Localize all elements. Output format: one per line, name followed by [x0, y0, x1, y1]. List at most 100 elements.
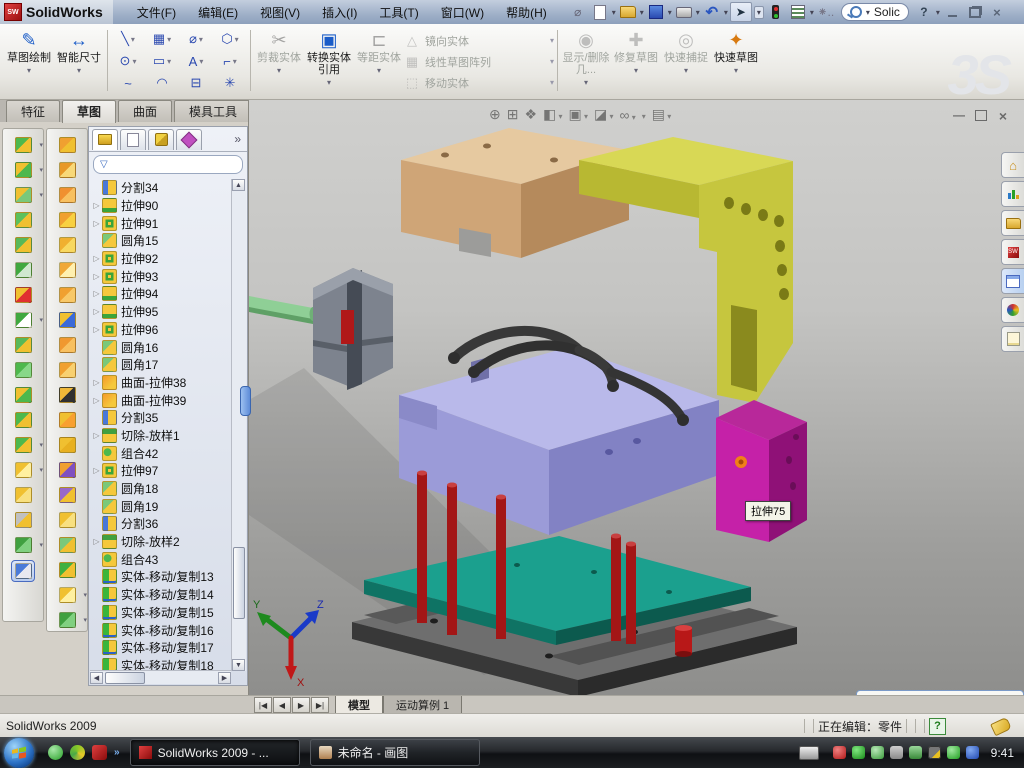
- quicklaunch-messenger-icon[interactable]: [48, 745, 63, 760]
- tree-item-分割36[interactable]: 分割36: [91, 515, 231, 533]
- features-tool-icon-10[interactable]: [12, 360, 34, 380]
- locating-cylinder[interactable]: [675, 625, 692, 657]
- rectangle-icon[interactable]: ▭▾: [145, 50, 179, 72]
- view-palette-icon[interactable]: [1001, 268, 1024, 294]
- search-scope-caret[interactable]: ▾: [866, 8, 870, 17]
- options-icon[interactable]: [788, 3, 808, 21]
- mold-tool-icon-10[interactable]: [56, 360, 78, 380]
- last-tab-button[interactable]: ▶|: [311, 697, 329, 713]
- mold-tool-icon-9[interactable]: [56, 335, 78, 355]
- menu-item-5[interactable]: 窗口(W): [431, 1, 494, 24]
- scroll-thumb[interactable]: [233, 547, 245, 619]
- tree-item-圆角18[interactable]: 圆角18: [91, 480, 231, 498]
- new-document-icon[interactable]: [590, 3, 610, 21]
- resources-icon[interactable]: [1001, 181, 1024, 207]
- polygon-icon[interactable]: ⬡▾: [213, 28, 247, 50]
- key-status-icon[interactable]: [871, 746, 884, 759]
- next-tab-button[interactable]: ▶: [292, 697, 310, 713]
- tree-item-拉伸93[interactable]: ▷拉伸93: [91, 267, 231, 285]
- mold-tool-icon-5[interactable]: [56, 235, 78, 255]
- exploded-assembly[interactable]: Y Z X: [249, 100, 1024, 695]
- doc-minimize-button[interactable]: —: [951, 108, 967, 124]
- dimxpert-manager-tab[interactable]: [176, 129, 202, 150]
- menu-item-6[interactable]: 帮助(H): [496, 1, 557, 24]
- slot-icon[interactable]: ⊟: [179, 72, 213, 94]
- start-button[interactable]: [4, 738, 34, 768]
- tree-item-实体-移动/复制18[interactable]: 实体-移动/复制18: [91, 657, 231, 671]
- line-icon[interactable]: ╲▾: [111, 28, 145, 50]
- cmd-草图绘制[interactable]: ✎草图绘制▾: [4, 26, 54, 95]
- ejector-rod[interactable]: [249, 296, 317, 324]
- file-explorer-icon[interactable]: SW: [1001, 239, 1024, 265]
- scroll-left-button[interactable]: ◀: [90, 672, 103, 684]
- quick-tips-icon[interactable]: ?: [929, 718, 946, 735]
- cmd-快速草图[interactable]: ✦快速草图▾: [711, 26, 761, 95]
- features-tool-icon-12[interactable]: [12, 410, 34, 430]
- hide-show-items-icon[interactable]: ∞ ▾: [619, 107, 635, 123]
- features-tool-icon-2[interactable]: ▾: [12, 160, 34, 180]
- doc-close-button[interactable]: ×: [995, 108, 1011, 124]
- features-tool-icon-3[interactable]: ▾: [12, 185, 34, 205]
- features-tool-icon-11[interactable]: [12, 385, 34, 405]
- menu-item-1[interactable]: 编辑(E): [188, 1, 248, 24]
- tree-item-实体-移动/复制13[interactable]: 实体-移动/复制13: [91, 568, 231, 586]
- property-manager-tab[interactable]: [120, 129, 146, 150]
- features-tool-icon-5[interactable]: [12, 235, 34, 255]
- features-tool-icon-15[interactable]: [12, 485, 34, 505]
- tree-vertical-scrollbar[interactable]: ▲ ▼: [231, 179, 246, 671]
- help-icon[interactable]: ?: [914, 3, 934, 21]
- custom-properties-icon[interactable]: [1001, 326, 1024, 352]
- mold-tool-icon-8[interactable]: [56, 310, 78, 330]
- mold-tool-icon-11[interactable]: [56, 385, 78, 405]
- tree-item-实体-移动/复制16[interactable]: 实体-移动/复制16: [91, 621, 231, 639]
- scroll-right-button[interactable]: ▶: [218, 672, 231, 684]
- tree-item-拉伸96[interactable]: ▷拉伸96: [91, 321, 231, 339]
- tags-icon[interactable]: [990, 716, 1012, 735]
- tab-草图[interactable]: 草图: [62, 100, 116, 123]
- network-icon[interactable]: [909, 746, 922, 759]
- panel-splitter-handle[interactable]: [240, 386, 251, 416]
- tree-item-圆角15[interactable]: 圆角15: [91, 232, 231, 250]
- file-properties-icon[interactable]: ⁕..: [816, 3, 836, 21]
- features-tool-icon-16[interactable]: [12, 510, 34, 530]
- mold-tool-icon-1[interactable]: [56, 135, 78, 155]
- volume-icon[interactable]: [890, 746, 903, 759]
- tree-item-拉伸90[interactable]: ▷拉伸90: [91, 197, 231, 215]
- tab-曲面[interactable]: 曲面: [118, 100, 172, 122]
- first-tab-button[interactable]: |◀: [254, 697, 272, 713]
- tree-item-实体-移动/复制15[interactable]: 实体-移动/复制15: [91, 604, 231, 622]
- tree-item-切除-放样2[interactable]: ▷切除-放样2: [91, 533, 231, 551]
- mold-tool-icon-18[interactable]: [56, 560, 78, 580]
- features-tool-icon-1[interactable]: ▾: [12, 135, 34, 155]
- tree-horizontal-scrollbar[interactable]: ◀ ▶: [90, 670, 231, 684]
- undo-icon[interactable]: ↶: [702, 3, 722, 21]
- menu-item-2[interactable]: 视图(V): [250, 1, 310, 24]
- appearances-icon[interactable]: ▾: [642, 108, 646, 122]
- mold-tool-icon-17[interactable]: [56, 535, 78, 555]
- features-tool-icon-7[interactable]: [12, 285, 34, 305]
- menu-item-0[interactable]: 文件(F): [127, 1, 186, 24]
- pin-icon[interactable]: ⌀: [568, 3, 588, 21]
- tree-item-圆角19[interactable]: 圆角19: [91, 497, 231, 515]
- taskbar-clock[interactable]: 9:41: [991, 746, 1014, 760]
- scroll-up-button[interactable]: ▲: [232, 179, 245, 191]
- security-shield-icon[interactable]: [833, 746, 846, 759]
- input-language-keyboard-icon[interactable]: [799, 746, 819, 760]
- tree-item-实体-移动/复制14[interactable]: 实体-移动/复制14: [91, 586, 231, 604]
- tree-item-拉伸94[interactable]: ▷拉伸94: [91, 285, 231, 303]
- mold-tool-icon-6[interactable]: [56, 260, 78, 280]
- home-icon[interactable]: ⌂: [1001, 152, 1024, 178]
- mold-tool-icon-2[interactable]: [56, 160, 78, 180]
- tree-item-切除-放样1[interactable]: ▷切除-放样1: [91, 427, 231, 445]
- spline-icon[interactable]: ~: [111, 72, 145, 94]
- tree-item-拉伸95[interactable]: ▷拉伸95: [91, 303, 231, 321]
- menu-item-4[interactable]: 工具(T): [369, 1, 428, 24]
- sketch-fillet-icon[interactable]: ⌐▾: [213, 50, 247, 72]
- text-icon[interactable]: A▾: [179, 50, 213, 72]
- tree-item-拉伸92[interactable]: ▷拉伸92: [91, 250, 231, 268]
- features-tool-icon-17[interactable]: ▾: [12, 535, 34, 555]
- tree-item-组合42[interactable]: 组合42: [91, 444, 231, 462]
- tree-item-分割34[interactable]: 分割34: [91, 179, 231, 197]
- features-tool-icon-13[interactable]: ▾: [12, 435, 34, 455]
- flyout-expand-icon[interactable]: »: [234, 132, 241, 146]
